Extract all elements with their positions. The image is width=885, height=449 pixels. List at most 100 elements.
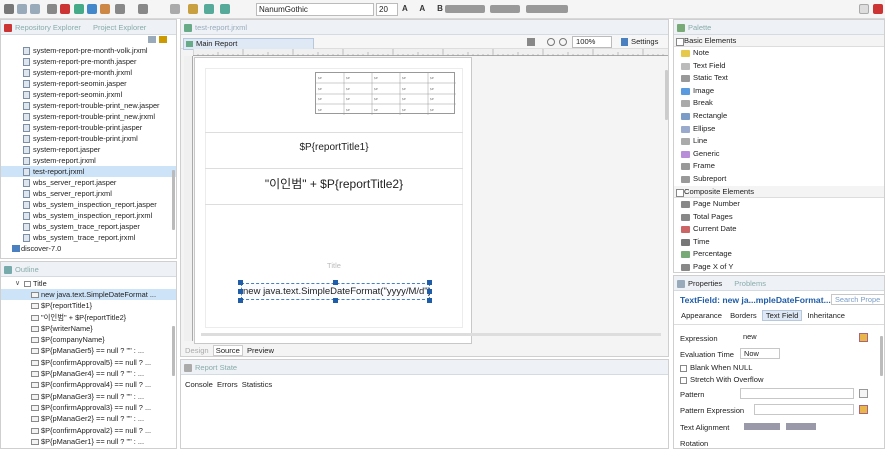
properties-tab[interactable]: Properties [688, 279, 722, 288]
pattern-expression-input[interactable] [754, 404, 854, 415]
properties-scrollbar[interactable] [880, 336, 883, 376]
repository-file-item[interactable]: system-report-trouble-print_new.jasper [1, 100, 176, 111]
palette-item[interactable]: Static Text [674, 72, 884, 85]
editor-file-tab[interactable]: test-report.jrxml [195, 23, 247, 32]
resize-handle[interactable] [427, 289, 432, 294]
report-title2-field[interactable]: "이인범" + $P{reportTitle2} [205, 175, 463, 192]
save-all-icon[interactable] [30, 4, 40, 14]
expression-input[interactable]: new [740, 332, 854, 343]
palette-item[interactable]: Note [674, 47, 884, 60]
approval-table[interactable]: $P $P $P $P $P $P $P $P $P $P $P $P $P $P $P $P $P $P $… [315, 72, 456, 115]
stop-icon[interactable] [60, 4, 70, 14]
repository-file-item[interactable]: test-report.jrxml [1, 166, 176, 177]
repository-file-item[interactable]: system-report-trouble-print.jasper [1, 122, 176, 133]
outline-root[interactable]: ∨ Title [1, 278, 176, 289]
palette-item[interactable]: Current Date [674, 223, 884, 236]
outline-item[interactable]: $P{pManaGer4} == null ? "" : ... [1, 368, 176, 379]
borders-subtab[interactable]: Borders [727, 311, 760, 320]
save-icon[interactable] [17, 4, 27, 14]
collapse-icon[interactable] [148, 36, 156, 43]
repository-file-item[interactable]: wbs_system_trace_report.jrxml [1, 232, 176, 243]
report-title1-field[interactable]: $P{reportTitle1} [205, 142, 463, 153]
resize-handle[interactable] [333, 298, 338, 303]
resize-handle[interactable] [238, 280, 243, 285]
palette-item[interactable]: Percentage [674, 248, 884, 261]
outline-item[interactable]: $P{reportTitle1} [1, 300, 176, 311]
valign-icons[interactable] [490, 5, 520, 13]
repository-file-item[interactable]: system-report-pre-month.jrxml [1, 67, 176, 78]
edit-icon[interactable] [188, 4, 198, 14]
pattern-browse-icon[interactable] [859, 389, 868, 398]
outline-item[interactable]: $P{pManaGer2} == null ? "" : ... [1, 413, 176, 424]
basic-elements-header[interactable]: Basic Elements [674, 35, 884, 47]
outline-item[interactable]: $P{confirmApproval3} == null ? ... [1, 402, 176, 413]
outline-item[interactable]: $P{writerName} [1, 323, 176, 334]
forward-icon[interactable] [220, 4, 230, 14]
folder-item[interactable]: discover-7.0 [1, 243, 176, 254]
repository-file-item[interactable]: wbs_system_inspection_report.jasper [1, 199, 176, 210]
nav-icon[interactable] [170, 4, 180, 14]
blank-when-null-checkbox[interactable]: Blank When NULL [680, 363, 752, 372]
palette-item[interactable]: Image [674, 85, 884, 98]
publish-icon[interactable] [100, 4, 110, 14]
repository-file-item[interactable]: system-report-pre-month.jasper [1, 56, 176, 67]
palette-item[interactable]: Page X of Y [674, 261, 884, 272]
resize-handle[interactable] [238, 298, 243, 303]
appearance-subtab[interactable]: Appearance [678, 311, 725, 320]
outline-item[interactable]: $P{pManaGer1} == null ? "" : ... [1, 436, 176, 447]
errors-tab[interactable]: Errors [217, 380, 238, 389]
wand-icon[interactable] [138, 4, 148, 14]
source-tab[interactable]: Source [212, 345, 243, 356]
statistics-tab[interactable]: Statistics [242, 380, 272, 389]
palette-item[interactable]: Rectangle [674, 110, 884, 123]
outline-item[interactable]: $P{pManaGer5} == null ? "" : ... [1, 345, 176, 356]
expression-editor-icon[interactable] [859, 333, 868, 342]
console-tab[interactable]: Console [185, 380, 213, 389]
inheritance-subtab[interactable]: Inheritance [804, 311, 848, 320]
layout-icons[interactable] [526, 5, 568, 13]
repository-file-item[interactable]: system-report-seomin.jasper [1, 78, 176, 89]
palette-item[interactable]: Subreport [674, 173, 884, 186]
editor-scrollbar-v[interactable] [665, 70, 668, 120]
search-properties-input[interactable]: Search Prope [831, 294, 884, 305]
expand-icon[interactable]: ∨ [15, 278, 20, 289]
palette-item[interactable]: Ellipse [674, 123, 884, 136]
palette-item[interactable]: Time [674, 236, 884, 249]
zoom-in-icon[interactable] [547, 38, 555, 46]
outline-item[interactable]: $P{confirmApproval5} == null ? ... [1, 357, 176, 368]
toolbar-menu-icon[interactable] [527, 38, 535, 46]
settings-button[interactable]: Settings [631, 37, 658, 46]
link-icon[interactable] [159, 36, 167, 43]
back-icon[interactable] [204, 4, 214, 14]
align-icons[interactable] [445, 5, 485, 13]
palette-item[interactable]: Total Pages [674, 211, 884, 224]
repository-file-item[interactable]: system-report.jasper [1, 144, 176, 155]
text-field-subtab[interactable]: Text Field [761, 310, 803, 321]
repository-file-item[interactable]: wbs_system_trace_report.jasper [1, 221, 176, 232]
composite-elements-header[interactable]: Composite Elements [674, 186, 884, 198]
outline-item[interactable]: "이인범" + $P{reportTitle2} [1, 312, 176, 323]
resize-handle[interactable] [238, 289, 243, 294]
new-icon[interactable] [4, 4, 14, 14]
zoom-out-icon[interactable] [559, 38, 567, 46]
outline-item[interactable]: $P{companyName} [1, 334, 176, 345]
evaluation-time-select[interactable]: Now [740, 348, 780, 359]
editor-scrollbar-h[interactable] [201, 333, 661, 336]
palette-item[interactable]: Frame [674, 160, 884, 173]
font-size-select[interactable]: 20 [376, 3, 398, 16]
repository-file-item[interactable]: wbs_system_inspection_report.jrxml [1, 210, 176, 221]
outline-scrollbar[interactable] [172, 326, 175, 376]
palette-item[interactable]: Generic [674, 148, 884, 161]
palette-item[interactable]: Break [674, 97, 884, 110]
horizontal-align-icons[interactable] [744, 423, 780, 430]
outline-item[interactable]: $P{pManaGer3} == null ? "" : ... [1, 391, 176, 402]
outline-item[interactable]: new java.text.SimpleDateFormat ... [1, 289, 176, 301]
tool-icon[interactable] [115, 4, 125, 14]
print-icon[interactable] [47, 4, 57, 14]
outline-item[interactable]: $P{confirmApproval2} == null ? ... [1, 425, 176, 436]
repository-file-item[interactable]: wbs_server_report.jrxml [1, 188, 176, 199]
palette-item[interactable]: Text Field [674, 60, 884, 73]
outline-item[interactable]: $P{confirmApproval4} == null ? ... [1, 379, 176, 390]
repository-file-item[interactable]: system-report-pre-month-volk.jrxml [1, 45, 176, 56]
problems-tab[interactable]: Problems [734, 279, 766, 288]
